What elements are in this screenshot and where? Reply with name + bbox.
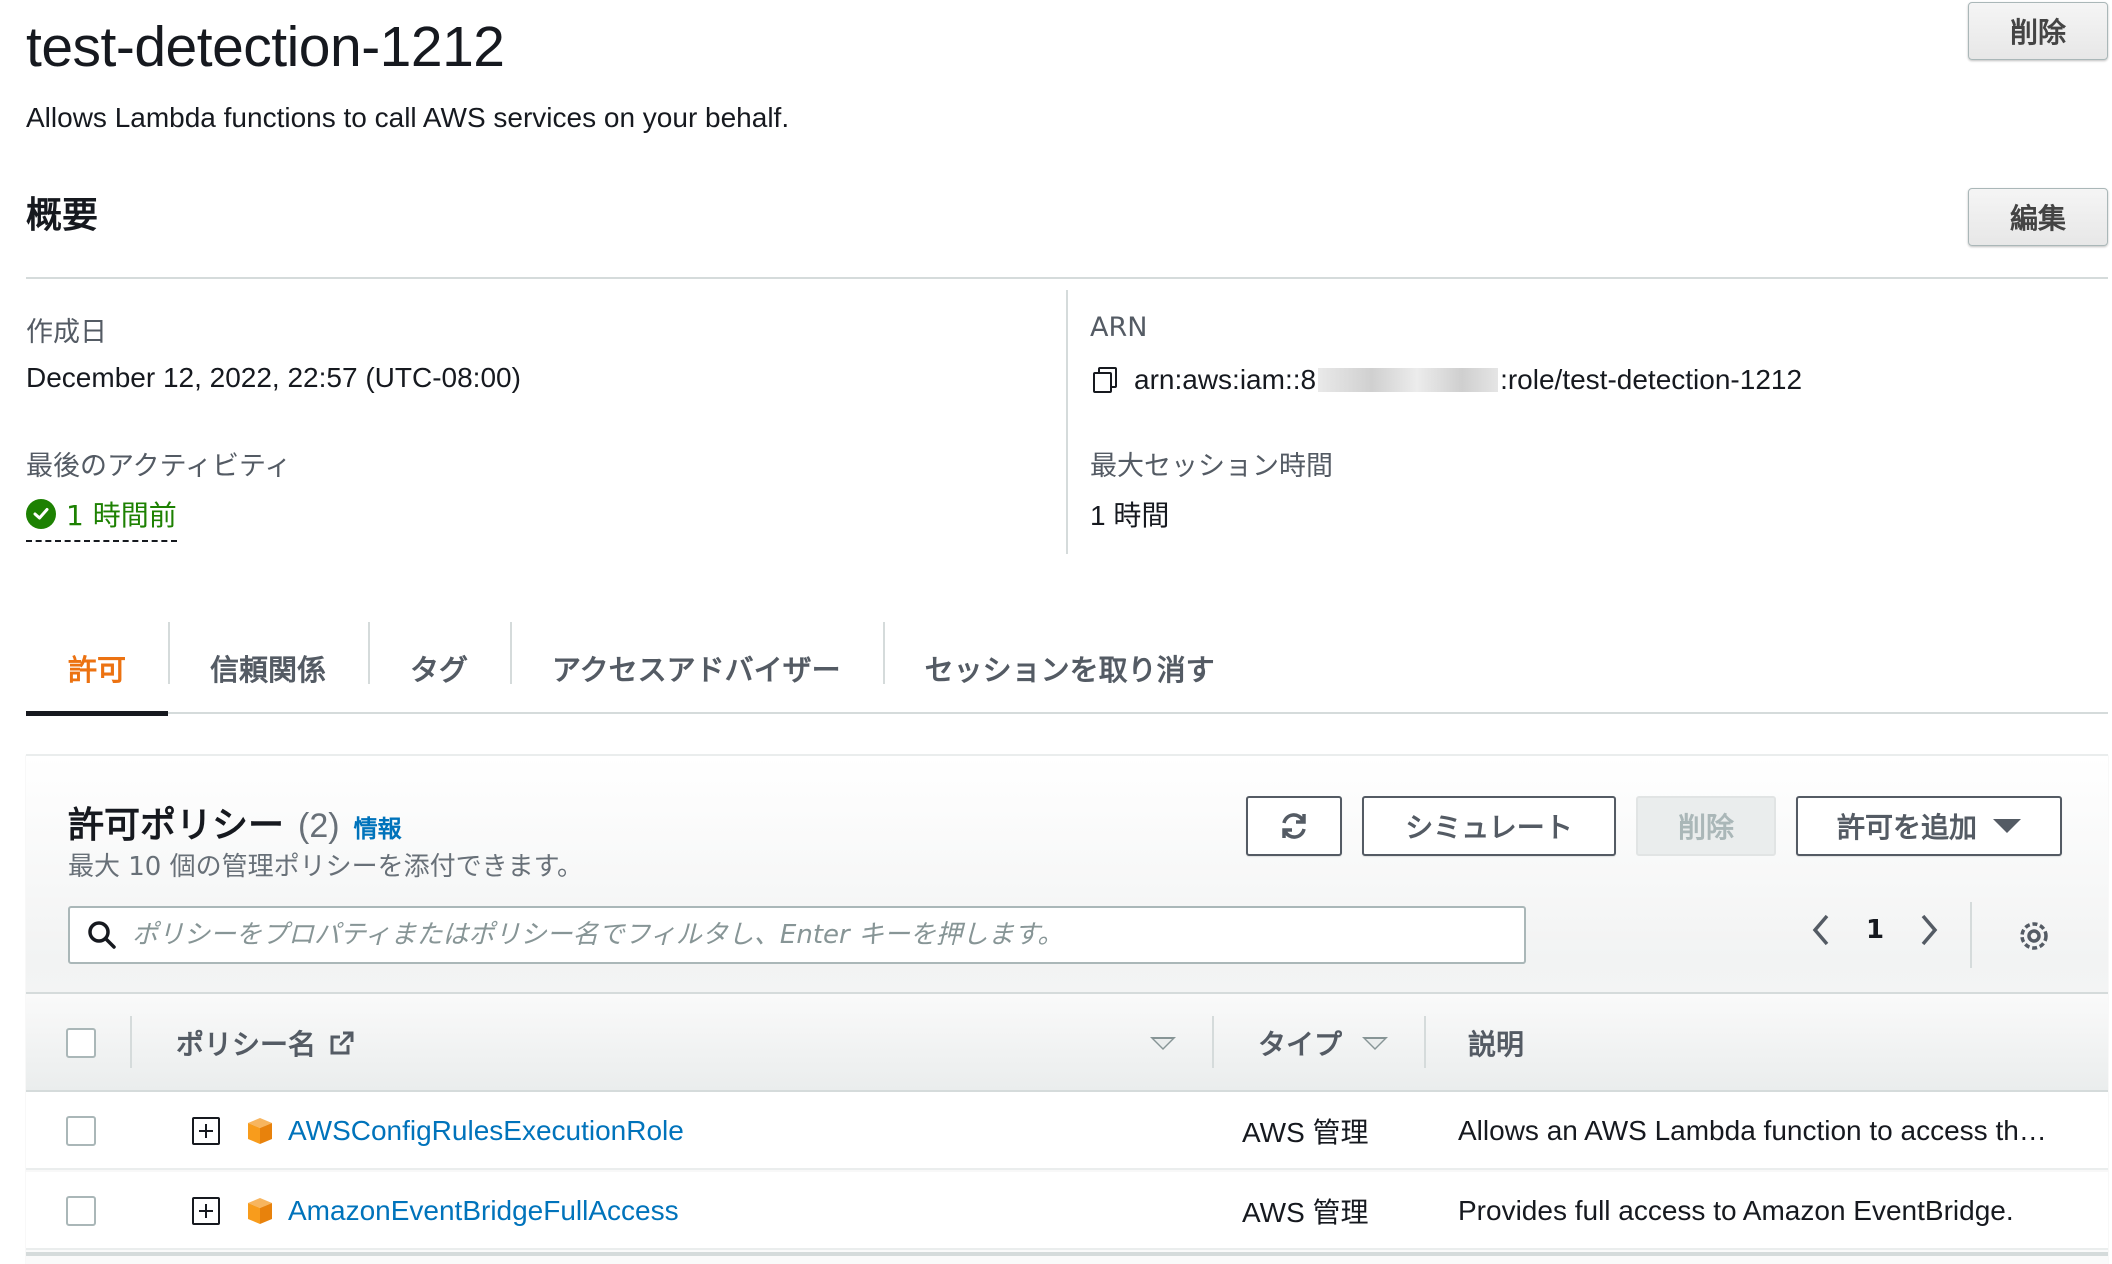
tab-tags[interactable]: タグ (368, 622, 510, 714)
permissions-subtitle: 最大 10 個の管理ポリシーを添付できます。 (68, 852, 584, 882)
policy-type: AWS 管理 (1242, 1197, 1369, 1228)
summary-heading: 概要 (26, 195, 99, 236)
tab-permissions[interactable]: 許可 (26, 622, 169, 716)
permissions-panel: 許可ポリシー (2) 情報 最大 10 個の管理ポリシーを添付できます。 シミュ… (26, 754, 2108, 1264)
search-input[interactable] (132, 920, 1524, 950)
tab-access-advisor[interactable]: アクセスアドバイザー (510, 622, 883, 714)
summary-column-divider (1066, 290, 1068, 554)
check-circle-icon (26, 499, 56, 529)
select-all-checkbox[interactable] (66, 1028, 96, 1058)
max-session-value: 1 時間 (1090, 500, 1170, 531)
last-activity-value[interactable]: 1 時間前 (26, 494, 177, 542)
role-description: Allows Lambda functions to call AWS serv… (26, 102, 790, 133)
current-page[interactable]: 1 (1866, 915, 1884, 945)
permissions-title: 許可ポリシー (2) 情報 (68, 796, 402, 848)
policy-search[interactable] (68, 906, 1526, 964)
column-type[interactable]: タイプ (1258, 994, 1342, 1092)
search-icon (88, 921, 116, 949)
table-row[interactable]: AWSConfigRulesExecutionRole AWS 管理 Allow… (26, 1092, 2108, 1170)
sort-down-icon[interactable] (1362, 994, 1388, 1092)
chevron-right-icon[interactable] (1914, 910, 1944, 950)
refresh-button[interactable] (1246, 796, 1342, 856)
header-divider (130, 1016, 132, 1068)
role-title: test-detection-1212 (26, 15, 505, 79)
arn-row: arn:aws:iam::8 :role/test-detection-1212 (1090, 364, 1802, 396)
role-tabs: 許可 信頼関係 タグ アクセスアドバイザー セッションを取り消す (26, 622, 2108, 716)
header-divider (1212, 1016, 1214, 1068)
column-description-label: 説明 (1468, 1028, 1525, 1061)
column-policy-name-label: ポリシー名 (176, 1028, 317, 1061)
external-link-icon (330, 1031, 354, 1055)
caret-down-icon (1993, 819, 2021, 833)
tab-trust-relationships[interactable]: 信頼関係 (168, 622, 368, 714)
add-permissions-label: 許可を追加 (1836, 811, 1977, 844)
settings-gear-icon[interactable] (2012, 914, 2056, 958)
last-activity-text: 1 時間前 (66, 499, 177, 532)
header-divider (1424, 1016, 1426, 1068)
expand-plus-icon[interactable] (192, 1092, 220, 1170)
column-policy-name[interactable]: ポリシー名 (176, 994, 356, 1092)
sort-down-icon[interactable] (1150, 994, 1176, 1092)
table-header: ポリシー名 タイプ 説明 (26, 992, 2108, 1092)
column-type-label: タイプ (1258, 1028, 1343, 1061)
row-select-cell (66, 1172, 96, 1250)
refresh-icon (1282, 813, 1306, 839)
max-session-label: 最大セッション時間 (1090, 451, 1333, 482)
policy-description: Provides full access to Amazon EventBrid… (1458, 1195, 2014, 1226)
policy-name-cell: AmazonEventBridgeFullAccess (244, 1172, 679, 1250)
row-checkbox[interactable] (66, 1116, 96, 1146)
delete-policy-button[interactable]: 削除 (1636, 796, 1776, 856)
copy-icon[interactable] (1090, 365, 1120, 395)
pager-divider (1970, 902, 1972, 968)
redacted-account-id (1318, 368, 1499, 392)
arn-suffix: :role/test-detection-1212 (1500, 364, 1803, 395)
select-all-cell (66, 994, 96, 1092)
summary-divider (26, 277, 2108, 279)
add-permissions-button[interactable]: 許可を追加 (1796, 796, 2062, 856)
policy-description: Allows an AWS Lambda function to access … (1458, 1115, 2047, 1146)
last-activity-label: 最後のアクティビティ (26, 451, 292, 482)
table-row[interactable]: AmazonEventBridgeFullAccess AWS 管理 Provi… (26, 1172, 2108, 1250)
permissions-count: (2) (298, 807, 340, 845)
delete-role-button[interactable]: 削除 (1968, 2, 2108, 60)
edit-button[interactable]: 編集 (1968, 188, 2108, 246)
policy-name-link[interactable]: AmazonEventBridgeFullAccess (288, 1195, 679, 1227)
policy-type: AWS 管理 (1242, 1117, 1369, 1148)
policy-box-icon (248, 1118, 272, 1144)
created-value: December 12, 2022, 22:57 (UTC-08:00) (26, 362, 521, 393)
expand-plus-icon[interactable] (192, 1172, 220, 1250)
arn-prefix: arn:aws:iam::8 (1134, 364, 1317, 395)
created-label: 作成日 (26, 317, 107, 348)
table-bottom-border (26, 1252, 2108, 1256)
permissions-title-text: 許可ポリシー (68, 805, 285, 846)
policy-box-icon (248, 1198, 272, 1224)
column-description[interactable]: 説明 (1468, 994, 1524, 1092)
tab-revoke-sessions[interactable]: セッションを取り消す (882, 622, 1257, 714)
role-detail-page: test-detection-1212 Allows Lambda functi… (0, 0, 2112, 1264)
arn-label: ARN (1090, 312, 1148, 343)
row-select-cell (66, 1092, 96, 1170)
pagination: 1 (1806, 910, 1944, 950)
row-checkbox[interactable] (66, 1196, 96, 1226)
policy-name-link[interactable]: AWSConfigRulesExecutionRole (288, 1115, 684, 1147)
info-link[interactable]: 情報 (354, 809, 402, 844)
chevron-left-icon[interactable] (1806, 910, 1836, 950)
simulate-button[interactable]: シミュレート (1362, 796, 1616, 856)
arn-value: arn:aws:iam::8 :role/test-detection-1212 (1134, 364, 1802, 396)
policy-name-cell: AWSConfigRulesExecutionRole (244, 1092, 684, 1170)
